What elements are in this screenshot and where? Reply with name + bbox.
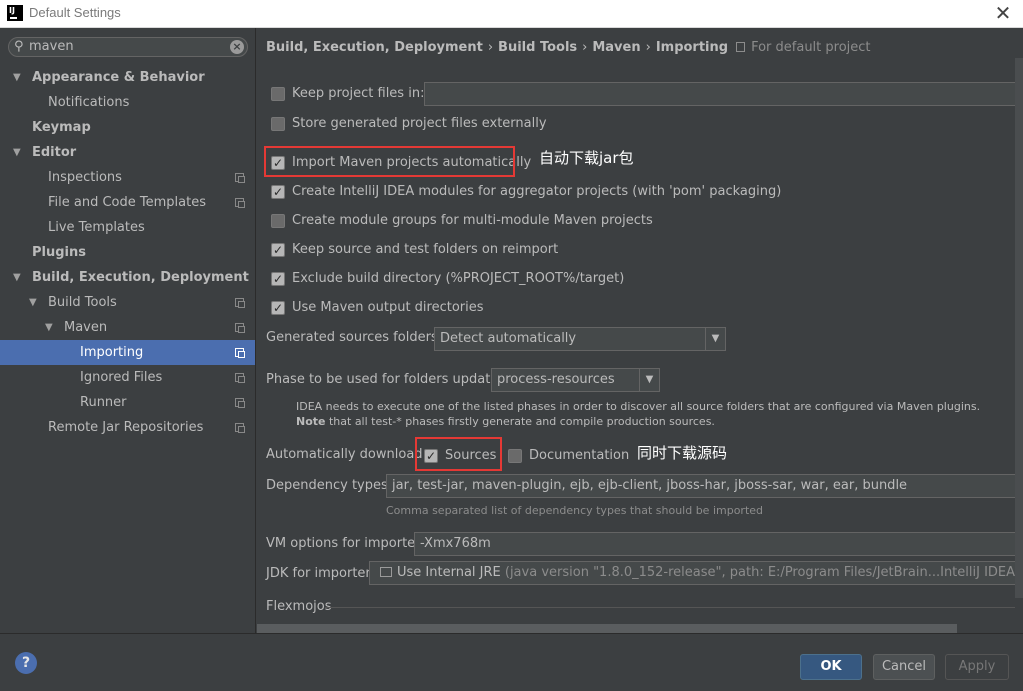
project-copy-icon: [235, 198, 245, 208]
search-icon: ⚲: [14, 39, 24, 54]
breadcrumb-item: Build Tools: [498, 40, 578, 55]
phase-label: Phase to be used for folders update:: [266, 372, 503, 387]
tree-item-ignored-files[interactable]: Ignored Files: [0, 365, 255, 390]
horizontal-scrollbar[interactable]: [257, 624, 957, 633]
tree-item-appearance-behavior[interactable]: ▼ Appearance & Behavior: [0, 65, 255, 90]
project-copy-icon: [235, 423, 245, 433]
annotation-sources-download: 同时下载源码: [637, 444, 728, 462]
module-groups-checkbox[interactable]: [271, 214, 285, 228]
phase-note-line2: Note that all test-* phases firstly gene…: [296, 415, 715, 428]
intellij-app-icon: IJ: [7, 5, 23, 21]
flexmojos-section-title: Flexmojos: [266, 599, 332, 614]
generated-sources-combo[interactable]: Detect automatically ▼: [434, 327, 726, 351]
project-copy-icon: [235, 373, 245, 383]
section-divider: [325, 607, 1015, 608]
annotation-jar-download: 自动下载jar包: [539, 149, 634, 167]
breadcrumb-item: Maven: [592, 40, 641, 55]
settings-sidebar: ⚲ maven × ▼ Appearance & Behavior Notifi…: [0, 28, 256, 633]
keep-source-folders-checkbox[interactable]: ✓: [271, 243, 285, 257]
project-copy-icon: [235, 173, 245, 183]
exclude-build-dir-checkbox[interactable]: ✓: [271, 272, 285, 286]
dependency-types-field[interactable]: jar, test-jar, maven-plugin, ejb, ejb-cl…: [386, 474, 1023, 498]
tree-item-live-templates[interactable]: Live Templates: [0, 215, 255, 240]
auto-download-label: Automatically download:: [266, 447, 427, 462]
tree-item-editor[interactable]: ▼ Editor: [0, 140, 255, 165]
title-bar: IJ Default Settings ✕: [0, 0, 1023, 28]
use-output-dirs-checkbox[interactable]: ✓: [271, 301, 285, 315]
breadcrumb-item: Importing: [655, 40, 729, 55]
tree-item-runner[interactable]: Runner: [0, 390, 255, 415]
jdk-label: JDK for importer:: [266, 566, 375, 581]
scope-label: For default project: [751, 40, 871, 55]
chevron-down-icon[interactable]: ▼: [705, 328, 725, 350]
ok-button[interactable]: OK: [800, 654, 862, 680]
keep-project-files-checkbox[interactable]: [271, 87, 285, 101]
default-project-icon: [736, 42, 746, 52]
tree-item-keymap[interactable]: Keymap: [0, 115, 255, 140]
tree-item-plugins[interactable]: Plugins: [0, 240, 255, 265]
project-copy-icon: [235, 348, 245, 358]
expand-triangle-icon[interactable]: ▼: [13, 65, 21, 90]
breadcrumb: Build, Execution, Deployment › Build Tools…: [266, 40, 871, 55]
dependency-types-hint: Comma separated list of dependency types…: [386, 504, 764, 517]
expand-triangle-icon[interactable]: ▼: [45, 315, 53, 340]
tree-item-importing[interactable]: Importing: [0, 340, 255, 365]
tree-item-inspections[interactable]: Inspections: [0, 165, 255, 190]
search-field[interactable]: ⚲ maven ×: [8, 37, 248, 57]
settings-content: Build, Execution, Deployment › Build Tools…: [257, 28, 1023, 633]
create-modules-checkbox[interactable]: ✓: [271, 185, 285, 199]
help-icon[interactable]: ?: [15, 652, 37, 674]
folder-icon: [380, 567, 392, 577]
generated-sources-label: Generated sources folders:: [266, 330, 443, 345]
chevron-down-icon[interactable]: ▼: [639, 369, 659, 391]
vm-options-field[interactable]: -Xmx768m: [414, 532, 1023, 556]
expand-triangle-icon[interactable]: ▼: [29, 290, 37, 315]
keep-project-files-path-field[interactable]: [424, 82, 1023, 106]
phase-combo[interactable]: process-resources ▼: [491, 368, 660, 392]
tree-item-build-execution-deployment[interactable]: ▼ Build, Execution, Deployment: [0, 265, 255, 290]
vertical-scrollbar[interactable]: [1015, 58, 1023, 598]
tree-item-maven[interactable]: ▼ Maven: [0, 315, 255, 340]
download-documentation-checkbox[interactable]: [508, 449, 522, 463]
clear-search-icon[interactable]: ×: [230, 40, 244, 54]
tree-item-file-code-templates[interactable]: File and Code Templates: [0, 190, 255, 215]
tree-item-build-tools[interactable]: ▼ Build Tools: [0, 290, 255, 315]
dialog-footer: ? OK Cancel Apply: [0, 633, 1023, 691]
project-copy-icon: [235, 323, 245, 333]
project-copy-icon: [235, 398, 245, 408]
search-input[interactable]: maven: [29, 39, 74, 54]
phase-note-line1: IDEA needs to execute one of the listed …: [296, 400, 981, 413]
project-copy-icon: [235, 298, 245, 308]
annotation-highlight-box: [415, 437, 502, 471]
dependency-types-label: Dependency types:: [266, 478, 393, 493]
expand-triangle-icon[interactable]: ▼: [13, 140, 21, 165]
window-title: Default Settings: [29, 5, 121, 20]
tree-item-notifications[interactable]: Notifications: [0, 90, 255, 115]
apply-button[interactable]: Apply: [945, 654, 1009, 680]
breadcrumb-item: Build, Execution, Deployment: [266, 40, 483, 55]
expand-triangle-icon[interactable]: ▼: [13, 265, 21, 290]
jdk-combo[interactable]: Use Internal JRE (java version "1.8.0_15…: [369, 561, 1023, 585]
store-external-checkbox[interactable]: [271, 117, 285, 131]
cancel-button[interactable]: Cancel: [873, 654, 935, 680]
vm-options-label: VM options for importer:: [266, 536, 425, 551]
close-icon[interactable]: ✕: [991, 2, 1015, 24]
tree-item-remote-jar-repositories[interactable]: Remote Jar Repositories: [0, 415, 255, 440]
annotation-highlight-box: [264, 146, 515, 177]
